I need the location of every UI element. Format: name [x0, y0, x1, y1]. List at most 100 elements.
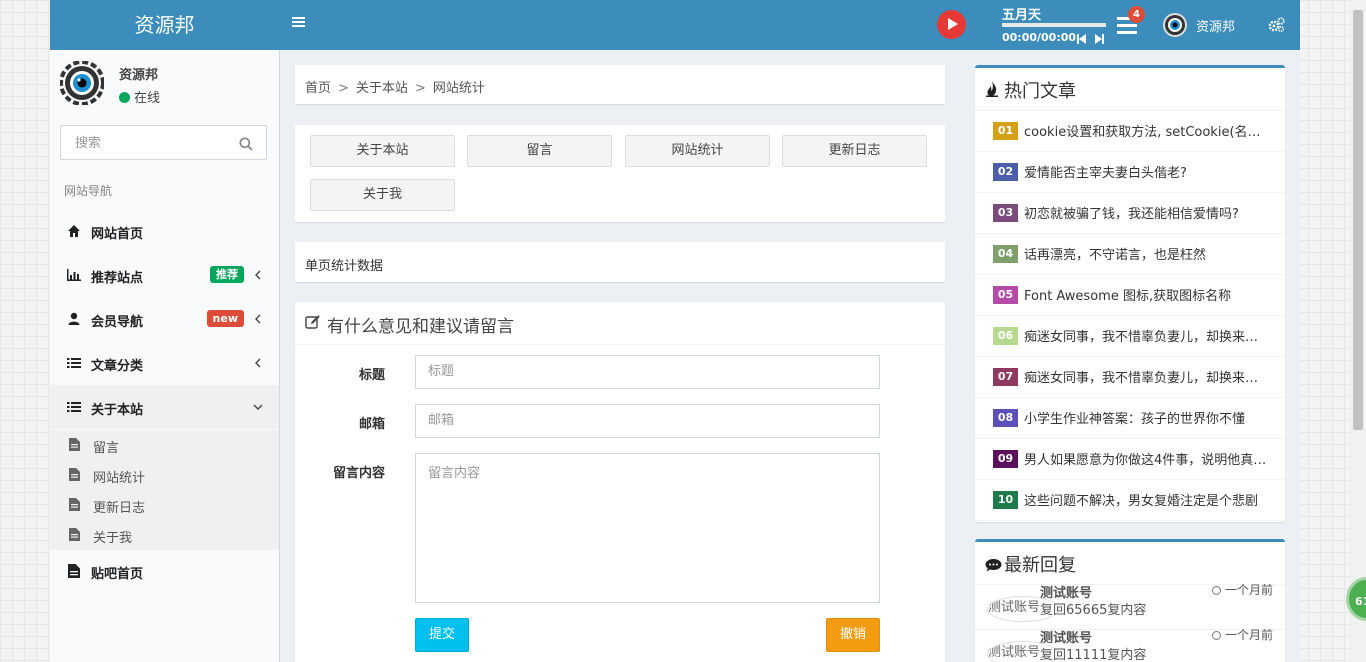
title-input[interactable] — [428, 364, 858, 379]
hot-article-item[interactable]: 08 小学生作业神答案：孩子的世界你不懂 — [975, 397, 1285, 439]
site-logo[interactable]: 资源邦 — [50, 0, 279, 50]
content-textarea[interactable] — [428, 462, 858, 592]
file-icon — [69, 468, 80, 481]
reply-item[interactable]: 测试账号 测试账号 一个月前 复回65665复内容 — [975, 584, 1285, 630]
nav-item-recommend[interactable]: 推荐站点 推荐 — [50, 253, 279, 297]
subnav-item-label: 更新日志 — [93, 501, 146, 516]
header-user-name[interactable]: 资源邦 — [1196, 16, 1235, 35]
breadcrumb-home-link[interactable]: 首页 — [305, 81, 331, 96]
song-progress-bar[interactable] — [1002, 23, 1106, 27]
subnav-item-changelog[interactable]: 更新日志 — [50, 490, 279, 520]
hot-article-rank-badge: 09 — [993, 450, 1018, 468]
hot-article-link[interactable]: 男人如果愿意为你做这4件事，说明他真的爱你 — [1024, 449, 1269, 468]
hot-article-link[interactable]: Font Awesome 图标,获取图标名称 — [1024, 285, 1269, 304]
breadcrumb-separator: > — [414, 81, 426, 96]
user-avatar[interactable] — [1162, 12, 1188, 38]
bar-chart-icon — [67, 269, 81, 281]
hot-article-item[interactable]: 06 痴迷女同事，我不惜辜负妻儿，却换来一场空 — [975, 315, 1285, 357]
subnav-item-label: 关于我 — [93, 531, 133, 546]
nav-item-label: 关于本站 — [91, 403, 144, 418]
reply-item[interactable]: 测试账号 测试账号 一个月前 复回11111复内容 — [975, 629, 1285, 662]
floating-counter-badge[interactable]: 61 — [1346, 577, 1366, 621]
link-button-changelog[interactable]: 更新日志 — [782, 135, 927, 167]
subnav-item-message[interactable]: 留言 — [50, 430, 279, 460]
nav-item-categories[interactable]: 文章分类 — [50, 341, 279, 385]
sidebar-user-name: 资源邦 — [119, 68, 159, 83]
fire-icon — [986, 81, 998, 97]
reply-content[interactable]: 复回65665复内容 — [1040, 599, 1146, 618]
hot-article-item[interactable]: 10 这些问题不解决，男女复婚注定是个悲剧 — [975, 479, 1285, 521]
nav-item-home[interactable]: 网站首页 — [50, 209, 279, 253]
nav-item-label: 网站首页 — [91, 227, 144, 242]
breadcrumb-separator: > — [338, 81, 349, 96]
nav-item-members[interactable]: 会员导航 new — [50, 297, 279, 341]
link-button-about-me[interactable]: 关于我 — [310, 179, 455, 211]
subnav-item-about-me[interactable]: 关于我 — [50, 520, 279, 550]
page-links-panel: 关于本站 留言 网站统计 更新日志 关于我 — [295, 125, 945, 222]
hot-article-link[interactable]: 痴迷女同事，我不惜辜负妻儿，却换来一场空 — [1024, 367, 1269, 386]
file-icon — [68, 564, 80, 578]
chevron-left-icon — [255, 314, 261, 324]
hot-article-link[interactable]: cookie设置和获取方法, setCookie(名称,值,时间) — [1024, 121, 1269, 140]
reply-time: 一个月前 — [1212, 629, 1273, 643]
hot-article-link[interactable]: 话再漂亮，不守诺言，也是枉然 — [1024, 244, 1269, 263]
home-icon — [68, 225, 80, 237]
clock-icon — [1212, 631, 1221, 640]
hot-article-item[interactable]: 09 男人如果愿意为你做这4件事，说明他真的爱你 — [975, 438, 1285, 480]
hot-article-item[interactable]: 03 初恋就被骗了钱，我还能相信爱情吗? — [975, 192, 1285, 234]
breadcrumb-parent-link[interactable]: 关于本站 — [356, 81, 408, 96]
subnav-item-label: 网站统计 — [93, 471, 146, 486]
breadcrumb-current: 网站统计 — [432, 81, 485, 96]
settings-gears-icon[interactable] — [1268, 17, 1285, 33]
nav-item-forum[interactable]: 贴吧首页 — [50, 549, 279, 593]
submit-button[interactable]: 提交 — [415, 618, 469, 652]
hot-article-link[interactable]: 小学生作业神答案：孩子的世界你不懂 — [1024, 408, 1269, 427]
breadcrumb: 首页 > 关于本站 > 网站统计 — [295, 65, 945, 104]
hot-article-item[interactable]: 02 爱情能否主宰夫妻白头偕老? — [975, 151, 1285, 193]
search-icon[interactable] — [239, 137, 253, 151]
file-icon — [69, 438, 80, 451]
link-button-stats[interactable]: 网站统计 — [625, 135, 770, 167]
sidebar-search-input[interactable] — [73, 135, 237, 152]
play-button[interactable] — [937, 10, 966, 39]
hot-article-rank-badge: 07 — [993, 368, 1018, 386]
content-field — [415, 453, 880, 603]
cancel-button[interactable]: 撤销 — [826, 618, 880, 652]
hot-article-link[interactable]: 初恋就被骗了钱，我还能相信爱情吗? — [1024, 203, 1269, 222]
recommend-badge: 推荐 — [210, 266, 244, 283]
online-status: 在线 — [119, 87, 160, 106]
hot-article-rank-badge: 06 — [993, 327, 1018, 345]
subnav-item-stats[interactable]: 网站统计 — [50, 460, 279, 490]
new-badge: new — [206, 310, 244, 327]
link-button-about-site[interactable]: 关于本站 — [310, 135, 455, 167]
hot-article-item[interactable]: 05 Font Awesome 图标,获取图标名称 — [975, 274, 1285, 316]
previous-track-icon[interactable] — [1077, 34, 1086, 44]
hot-article-item[interactable]: 04 话再漂亮，不守诺言，也是枉然 — [975, 233, 1285, 275]
nav-item-label: 会员导航 — [91, 315, 144, 330]
hot-article-item[interactable]: 07 痴迷女同事，我不惜辜负妻儿，却换来一场空 — [975, 356, 1285, 398]
sidebar-search-box — [60, 125, 267, 160]
file-icon — [69, 498, 80, 511]
clock-icon — [1212, 586, 1221, 595]
next-track-icon[interactable] — [1095, 34, 1104, 44]
latest-replies-panel: 最新回复 测试账号 测试账号 一个月前 复回65665复内容 测试账号 测试账号… — [975, 539, 1285, 662]
chevron-left-icon — [255, 270, 261, 280]
link-button-message[interactable]: 留言 — [467, 135, 612, 167]
title-field — [415, 355, 880, 389]
hot-articles-panel: 热门文章 01 cookie设置和获取方法, setCookie(名称,值,时间)… — [975, 65, 1285, 522]
hot-article-link[interactable]: 这些问题不解决，男女复婚注定是个悲剧 — [1024, 490, 1269, 509]
nav-item-about[interactable]: 关于本站 — [50, 385, 279, 429]
file-icon — [69, 528, 80, 541]
hot-article-link[interactable]: 爱情能否主宰夫妻白头偕老? — [1024, 162, 1269, 181]
playlist-count-badge: 4 — [1128, 6, 1145, 23]
list-icon — [67, 358, 81, 368]
hot-article-item[interactable]: 01 cookie设置和获取方法, setCookie(名称,值,时间) — [975, 110, 1285, 152]
reply-content[interactable]: 复回11111复内容 — [1040, 644, 1146, 662]
page-scrollbar[interactable] — [1350, 0, 1366, 662]
hot-article-link[interactable]: 痴迷女同事，我不惜辜负妻儿，却换来一场空 — [1024, 326, 1269, 345]
sidebar-toggle-icon[interactable] — [292, 15, 308, 35]
scrollbar-thumb[interactable] — [1353, 10, 1363, 430]
hot-article-rank-badge: 08 — [993, 409, 1018, 427]
email-input[interactable] — [428, 413, 858, 428]
stats-text: 单页统计数据 — [305, 259, 384, 274]
